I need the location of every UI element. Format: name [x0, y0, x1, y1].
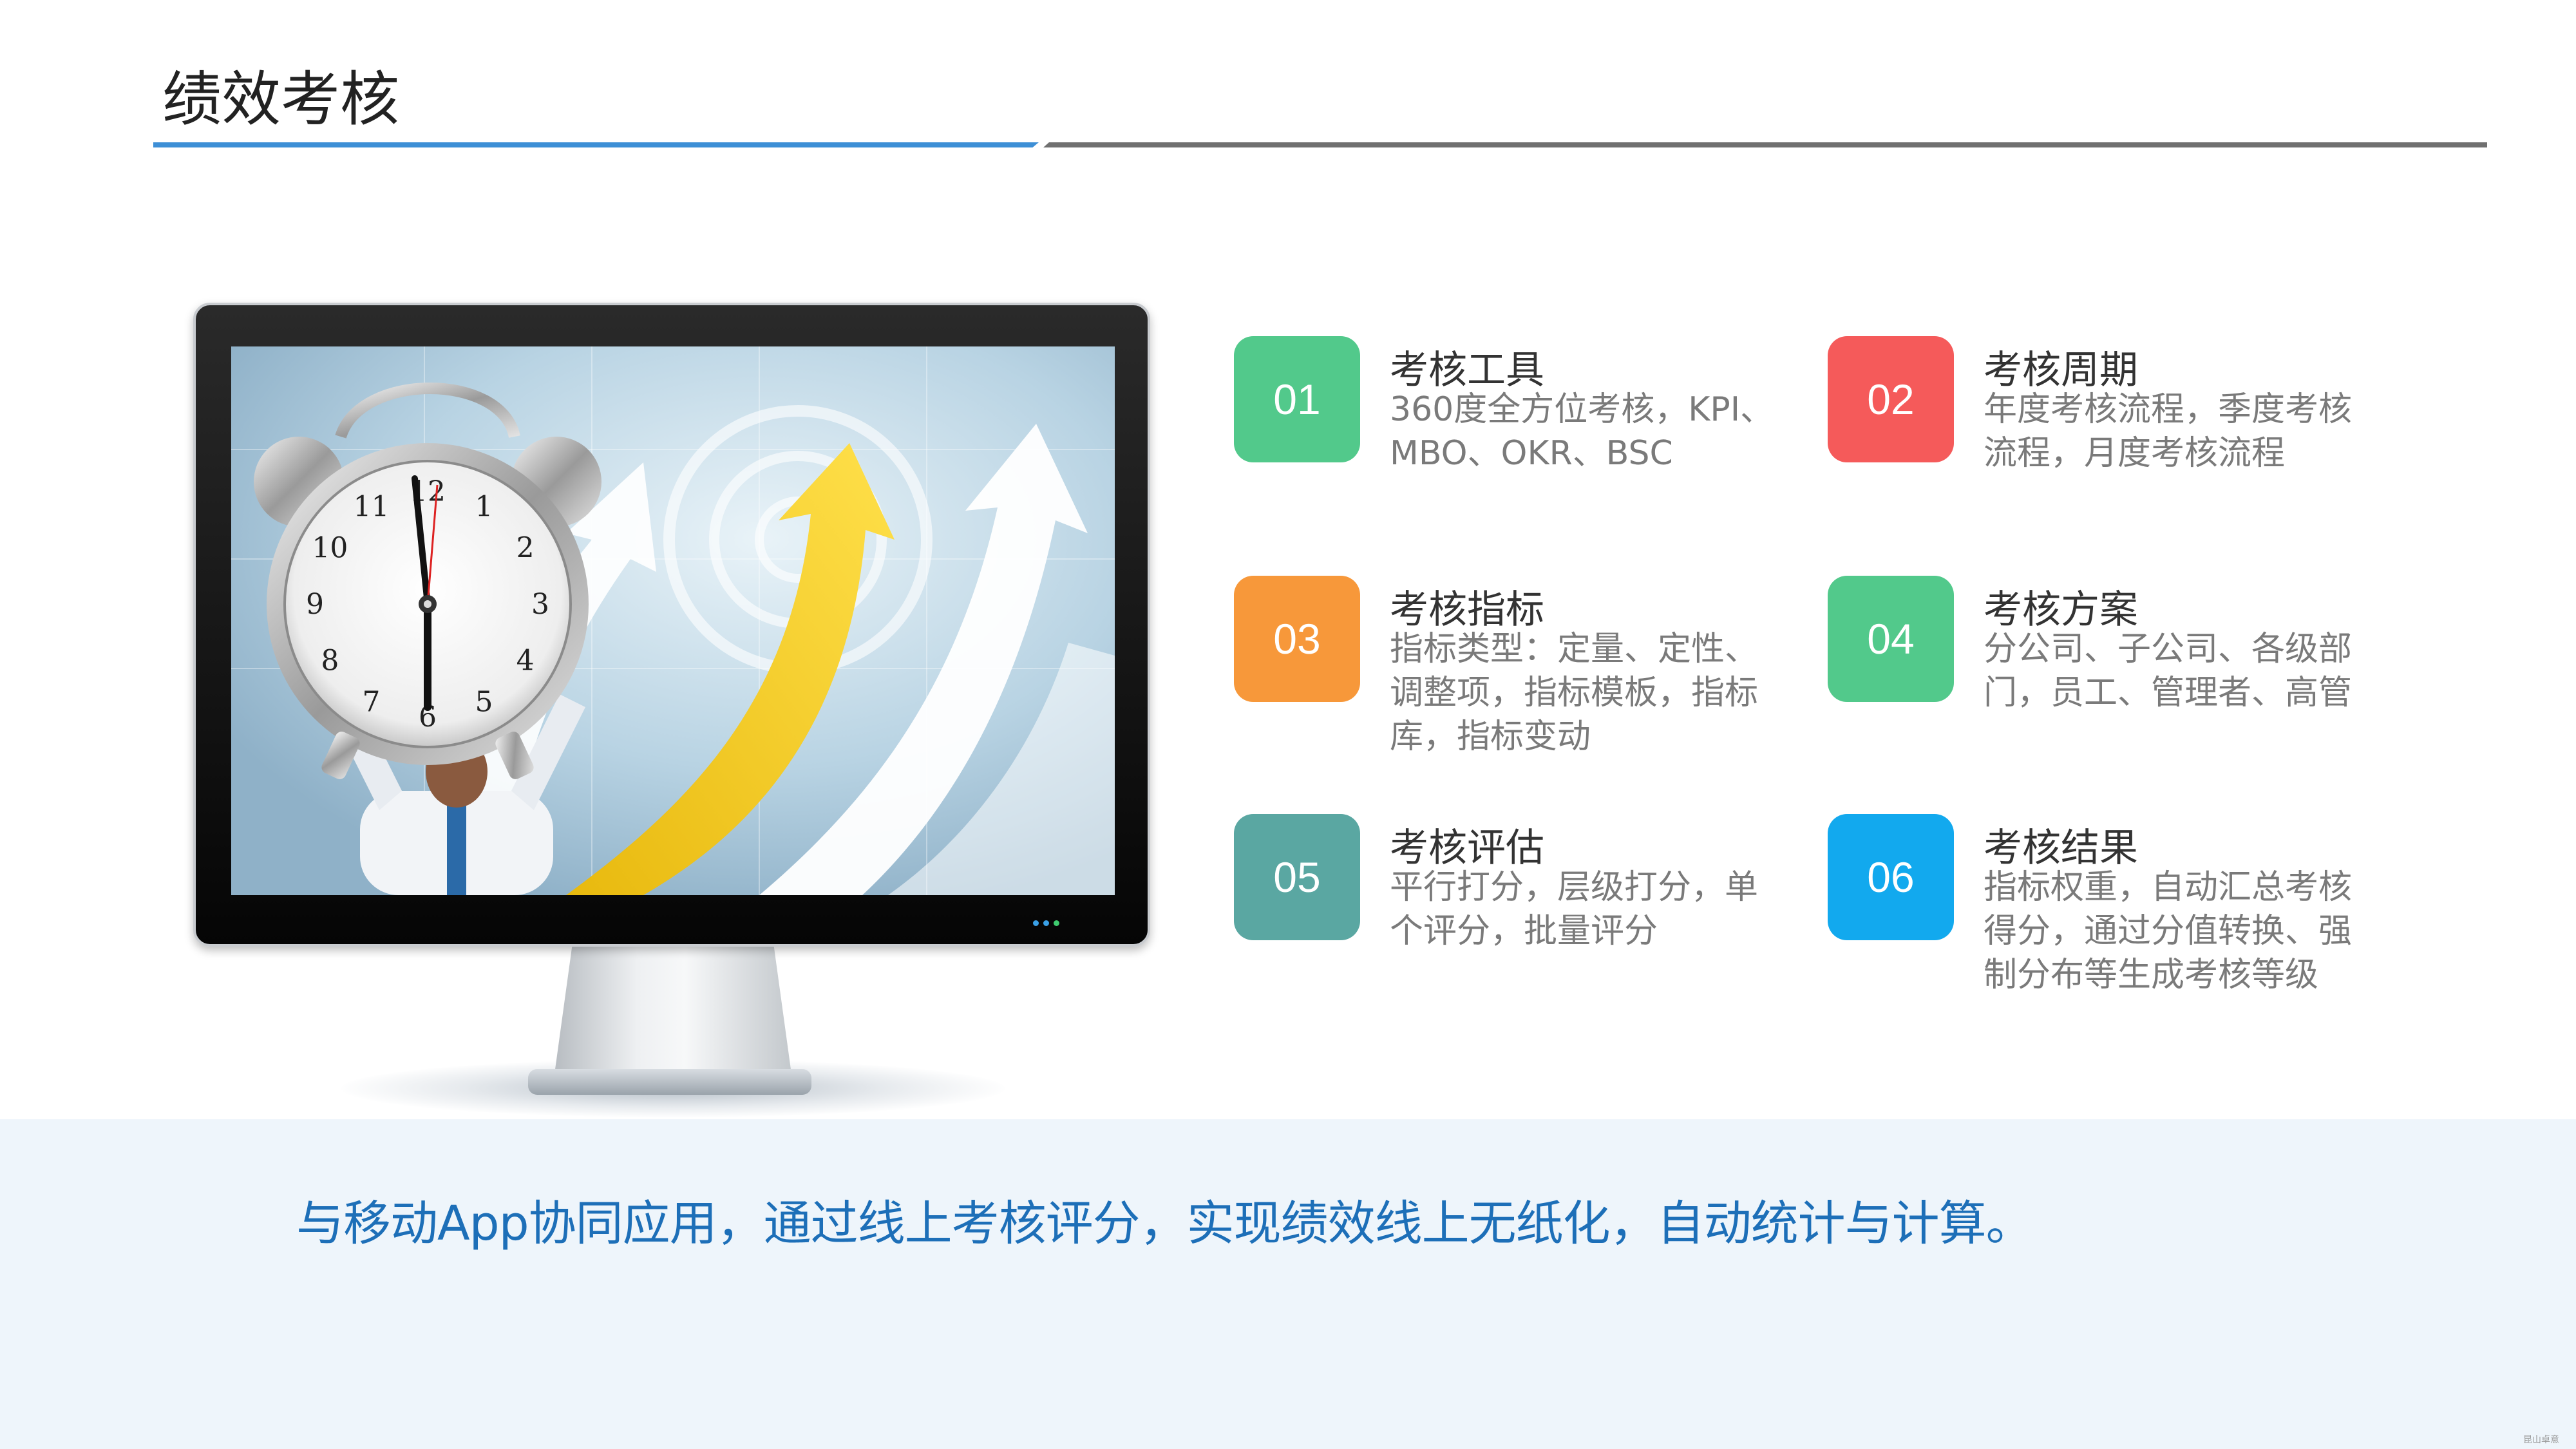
feature-item: 02 考核周期 年度考核流程，季度考核流程，月度考核流程: [1828, 336, 2394, 542]
feature-number-badge: 04: [1828, 576, 1954, 702]
feature-description: 平行打分，层级打分，单个评分，批量评分: [1390, 868, 1759, 951]
feature-number-badge: 06: [1828, 814, 1954, 940]
feature-number-badge: 01: [1234, 336, 1360, 462]
clock-numeral: 7: [363, 686, 381, 719]
power-led: [1033, 920, 1039, 926]
feature-item: 01 考核工具 360度全方位考核，KPI、MBO、OKR、BSC: [1234, 336, 1801, 542]
footer-band: [0, 1119, 2576, 1449]
feature-number-badge: 05: [1234, 814, 1360, 940]
feature-title: 考核方案: [1984, 587, 2138, 632]
watermark: 昆山卓意: [2523, 1435, 2559, 1445]
feature-number-badge: 03: [1234, 576, 1360, 702]
feature-title: 考核周期: [1984, 348, 2138, 393]
page-title: 绩效考核: [162, 65, 400, 134]
monitor-base: [528, 1069, 811, 1095]
monitor-frame: 12 1 2 3 4 5 6 7 8 9 10 11: [193, 303, 1150, 947]
clock-numeral: 1: [475, 490, 493, 523]
clock-numeral: 3: [531, 588, 549, 621]
feature-item: 06 考核结果 指标权重，自动汇总考核得分，通过分值转换、强制分布等生成考核等级: [1828, 814, 2394, 1020]
monitor-screen-image: 12 1 2 3 4 5 6 7 8 9 10 11: [231, 346, 1115, 895]
clock-numeral: 8: [321, 645, 339, 677]
feature-title: 考核结果: [1984, 826, 2138, 871]
feature-description: 分公司、子公司、各级部门，员工、管理者、高管: [1984, 630, 2353, 712]
clock-numeral: 10: [312, 532, 348, 565]
clock-numeral: 9: [306, 588, 324, 621]
power-led: [1054, 920, 1059, 926]
screen-artwork: 12 1234567891011: [231, 346, 1115, 895]
clock-numeral: 5: [475, 686, 493, 719]
feature-title: 考核指标: [1390, 587, 1544, 632]
feature-item: 04 考核方案 分公司、子公司、各级部门，员工、管理者、高管: [1828, 576, 2394, 782]
feature-description: 年度考核流程，季度考核流程，月度考核流程: [1984, 390, 2353, 473]
feature-title: 考核评估: [1390, 826, 1544, 871]
feature-item: 03 考核指标 指标类型：定量、定性、调整项，指标模板，指标库，指标变动: [1234, 576, 1801, 782]
clock-numeral: 11: [354, 490, 390, 523]
feature-description: 指标权重，自动汇总考核得分，通过分值转换、强制分布等生成考核等级: [1984, 868, 2353, 994]
power-led: [1043, 920, 1049, 926]
title-underline-rule: [1043, 142, 2487, 147]
feature-number-badge: 02: [1828, 336, 1954, 462]
clock-numeral: 4: [516, 645, 535, 677]
feature-title: 考核工具: [1390, 348, 1544, 393]
footer-tagline: 与移动App协同应用，通过线上考核评分，实现绩效线上无纸化，自动统计与计算。: [296, 1196, 2034, 1251]
feature-item: 05 考核评估 平行打分，层级打分，单个评分，批量评分: [1234, 814, 1801, 1020]
clock-numeral: 2: [516, 532, 535, 565]
title-underline-accent: [153, 142, 1039, 147]
feature-description: 360度全方位考核，KPI、MBO、OKR、BSC: [1390, 390, 1774, 473]
monitor-stand: [554, 940, 792, 1079]
feature-description: 指标类型：定量、定性、调整项，指标模板，指标库，指标变动: [1390, 630, 1759, 756]
monitor-illustration: 12 1 2 3 4 5 6 7 8 9 10 11: [193, 303, 1150, 1133]
